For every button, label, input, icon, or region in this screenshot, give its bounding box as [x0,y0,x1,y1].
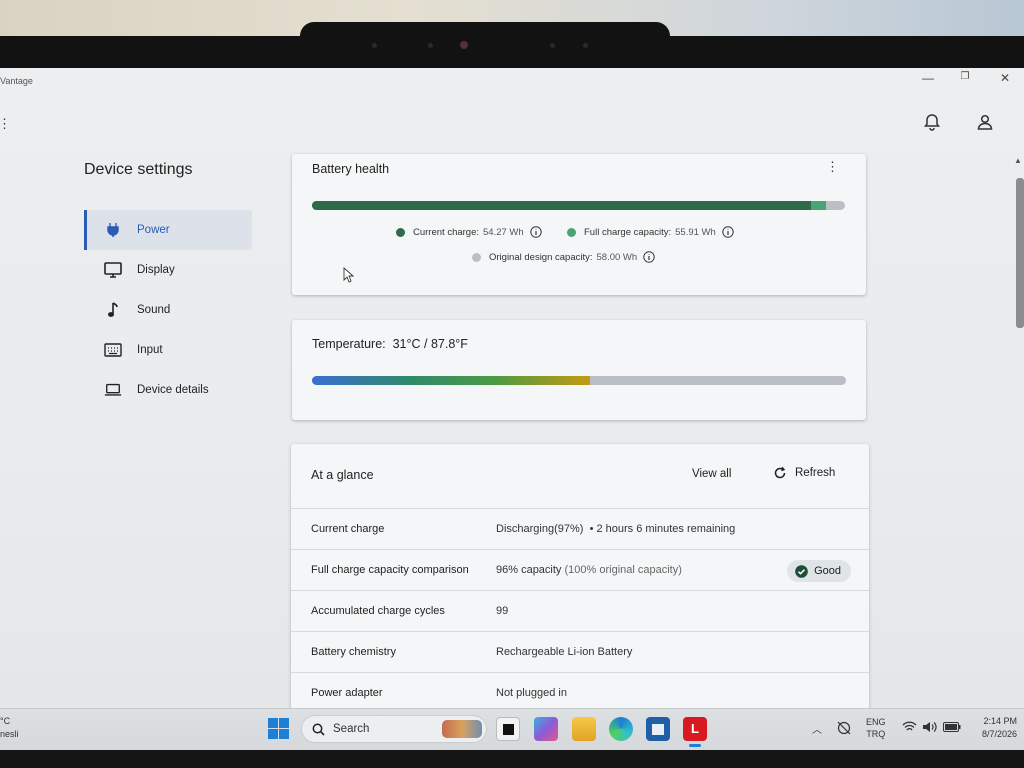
battery-health-title: Battery health [312,162,390,176]
check-circle-icon [795,564,808,578]
sensor-dot [428,43,433,48]
scroll-up-arrow[interactable]: ▲ [1014,156,1022,165]
full-charge-dot [567,227,576,237]
search-highlight-image [442,720,482,738]
search-icon [312,723,325,736]
active-app-indicator [689,744,701,747]
legend-full-charge-capacity: Full charge capacity: 55.91 Wh [567,226,734,238]
battery-capacity-bar [312,201,845,210]
refresh-button[interactable]: Refresh [773,466,835,480]
volume-icon[interactable] [922,721,937,733]
webcam-lens [460,41,468,49]
sidebar-item-display[interactable]: Display [84,250,252,290]
taskbar: °C nesli Search L ︿ ENG TRQ 2:14 PM 8/7/… [0,708,1024,750]
sidebar-item-device-details[interactable]: Device details [84,370,252,410]
sidebar-item-input[interactable]: Input [84,330,252,370]
sidebar-item-label: Sound [137,304,171,316]
sidebar-item-label: Input [137,344,163,356]
glance-row-capacity-comparison: Full charge capacity comparison 96% capa… [291,549,869,590]
scrollbar-thumb[interactable] [1016,178,1024,328]
temperature-title: Temperature: 31°C / 87.8°F [312,337,468,351]
restore-button[interactable]: ❐ [954,71,976,82]
battery-health-card: Battery health ⋮ Current charge: 54.27 W… [292,154,866,295]
more-options-icon[interactable]: ⋮ [826,159,839,175]
screen: Vantage — ❐ ✕ ⋮ Device settings Power Di… [0,68,1024,708]
language-indicator[interactable]: ENG TRQ [866,716,886,740]
task-view-icon[interactable] [496,717,520,741]
close-button[interactable]: ✕ [994,71,1016,85]
notifications-off-icon[interactable] [836,721,852,735]
app-title: Vantage [0,76,33,86]
refresh-icon [774,466,786,479]
clock[interactable]: 2:14 PM 8/7/2026 [975,715,1017,741]
copilot-icon[interactable] [534,717,558,741]
design-capacity-dot [472,252,481,262]
mouse-cursor-icon [343,267,354,283]
page-title: Device settings [84,161,193,178]
store-icon[interactable] [646,717,670,741]
laptop-chin [0,750,1024,768]
info-icon[interactable] [722,226,734,238]
laptop-icon [104,381,122,399]
info-icon[interactable] [643,251,655,263]
temperature-card: Temperature: 31°C / 87.8°F [292,320,866,420]
file-explorer-icon[interactable] [572,717,596,741]
account-icon[interactable] [975,112,995,132]
glance-row-power-adapter: Power adapter Not plugged in [291,672,869,708]
bell-icon[interactable] [922,112,942,132]
chevron-up-icon[interactable]: ︿ [812,721,822,736]
lenovo-vantage-icon[interactable]: L [683,717,707,741]
sidebar-item-sound[interactable]: Sound [84,290,252,330]
glance-row-battery-chemistry: Battery chemistry Rechargeable Li-ion Ba… [291,631,869,672]
at-a-glance-card: At a glance View all Refresh Current cha… [291,444,869,708]
keyboard-icon [104,341,122,359]
status-badge: Good [787,560,851,582]
glance-row-charge-cycles: Accumulated charge cycles 99 [291,590,869,631]
weather-widget[interactable]: °C nesli [0,715,19,741]
glance-row-current-charge: Current charge Discharging(97%) • 2 hour… [291,508,869,549]
minimize-button[interactable]: — [917,71,939,85]
sensor-dot [550,43,555,48]
view-all-link[interactable]: View all [692,468,731,480]
at-a-glance-title: At a glance [311,468,374,482]
windows-start-icon[interactable] [268,718,289,739]
legend-current-charge: Current charge: 54.27 Wh [396,226,542,238]
wifi-icon[interactable] [902,721,917,733]
screen-bezel [0,36,1024,70]
taskbar-search[interactable]: Search [301,715,487,743]
monitor-icon [104,261,122,279]
temperature-fill [312,376,590,385]
sidebar-item-power[interactable]: Power [84,210,252,250]
info-icon[interactable] [529,226,542,238]
temperature-bar [312,376,846,385]
sidebar-item-label: Power [137,224,170,236]
title-bar: Vantage — ❐ ✕ [0,68,1024,96]
sidebar-item-label: Device details [137,384,209,396]
sidebar-item-label: Display [137,264,175,276]
menu-icon[interactable]: ⋮ [0,116,11,132]
current-charge-dot [396,227,405,237]
sidebar-nav: Power Display Sound Input Device details [84,210,252,410]
legend-design-capacity: Original design capacity: 58.00 Wh [472,251,655,263]
sensor-dot [583,43,588,48]
current-charge-fill [312,201,811,210]
music-note-icon [104,301,122,319]
edge-browser-icon[interactable] [609,717,633,741]
sensor-dot [372,43,377,48]
battery-icon[interactable] [943,722,961,732]
plug-icon [104,221,122,239]
